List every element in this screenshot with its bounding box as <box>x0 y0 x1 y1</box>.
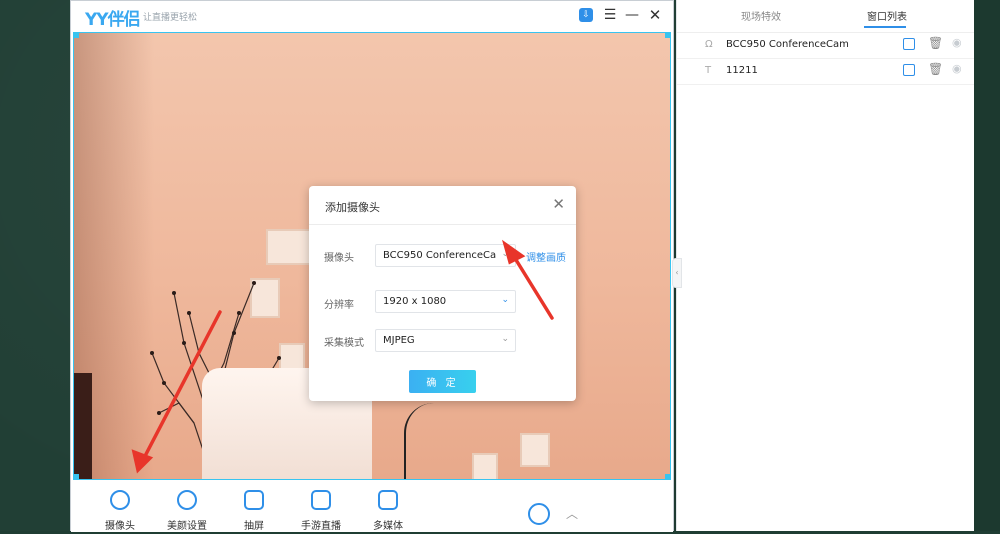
mobile-game-icon <box>311 490 331 510</box>
chevron-down-icon: ⌄ <box>501 334 509 344</box>
cable <box>404 403 496 479</box>
text-source-icon: T <box>705 65 712 76</box>
chevron-down-icon: ⌄ <box>501 249 509 259</box>
mode-value: MJPEG <box>383 335 415 346</box>
tool-label: 美颜设置 <box>167 521 207 532</box>
eye-icon[interactable]: ◉ <box>952 36 962 49</box>
preview-dark-object <box>74 373 92 479</box>
wall-frame <box>520 433 550 467</box>
mobile-game-tool[interactable]: 手游直播 <box>294 490 348 534</box>
camera-select[interactable]: BCC950 ConferenceCa ⌄ <box>375 244 516 267</box>
live-camera-icon[interactable] <box>528 503 550 525</box>
add-camera-dialog: 添加摄像头 ✕ 摄像头 BCC950 ConferenceCa ⌄ 调整画质 分… <box>309 186 576 401</box>
source-name: 11211 <box>726 65 758 76</box>
resolution-select[interactable]: 1920 x 1080 ⌄ <box>375 290 516 313</box>
close-window-button[interactable]: ✕ <box>646 6 664 24</box>
tab-window-list[interactable]: 窗口列表 <box>867 8 907 23</box>
bottom-toolbar: 摄像头 美颜设置 抽屏 手游直播 多媒体 <box>71 482 673 532</box>
chevron-down-icon: ⌄ <box>501 295 509 305</box>
download-icon[interactable]: ⇩ <box>579 8 593 22</box>
watermark-sub: jingyan.baidu.com <box>768 488 896 502</box>
menu-icon[interactable]: ☰ <box>601 6 619 24</box>
camera-source-icon: Ω <box>705 39 713 50</box>
trash-icon[interactable]: 🗑 <box>928 62 943 76</box>
wall-frame <box>266 229 314 265</box>
trash-icon[interactable]: 🗑 <box>928 36 943 50</box>
source-item[interactable]: Ω BCC950 ConferenceCam 🗑 ◉ <box>677 33 974 59</box>
edit-icon[interactable] <box>903 38 915 50</box>
mode-label: 采集模式 <box>324 338 364 349</box>
tab-live-effects[interactable]: 现场特效 <box>741 8 781 23</box>
close-icon[interactable]: ✕ <box>552 195 565 213</box>
baidu-watermark: Bai du 经验 jingyan.baidu.com <box>768 442 954 502</box>
app-tagline: 让直播更轻松 <box>143 13 198 23</box>
media-play-icon <box>378 490 398 510</box>
dialog-title: 添加摄像头 <box>325 201 380 214</box>
collapse-panel-handle[interactable]: ‹ <box>672 258 682 288</box>
camera-value: BCC950 ConferenceCa <box>383 250 497 261</box>
resize-handle[interactable] <box>74 33 79 38</box>
camera-label: 摄像头 <box>324 253 354 264</box>
camera-tool[interactable]: 摄像头 <box>93 490 147 534</box>
eye-icon[interactable]: ◉ <box>952 62 962 75</box>
mode-select[interactable]: MJPEG ⌄ <box>375 329 516 352</box>
title-bar: YY伴侣 让直播更轻松 ⇩ ☰ — ✕ <box>71 1 673 31</box>
tool-label: 手游直播 <box>301 521 341 532</box>
chevron-up-icon[interactable]: ︿ <box>566 505 578 522</box>
source-item[interactable]: T 11211 🗑 ◉ <box>677 59 974 85</box>
resize-handle[interactable] <box>665 33 670 38</box>
resolution-value: 1920 x 1080 <box>383 296 447 307</box>
edit-icon[interactable] <box>903 64 915 76</box>
minimize-button[interactable]: — <box>623 6 641 24</box>
beauty-face-icon <box>177 490 197 510</box>
confirm-button[interactable]: 确 定 <box>409 370 476 393</box>
tool-label: 多媒体 <box>373 521 403 532</box>
app-logo: YY伴侣 <box>85 10 141 30</box>
resize-handle[interactable] <box>665 474 670 479</box>
source-name: BCC950 ConferenceCam <box>726 39 849 50</box>
watermark-main: Bai du 经验 <box>768 450 955 485</box>
active-tab-indicator <box>864 26 906 28</box>
resize-handle[interactable] <box>74 474 79 479</box>
beauty-tool[interactable]: 美颜设置 <box>160 490 214 534</box>
tool-label: 抽屏 <box>244 521 264 532</box>
screen-capture-icon <box>244 490 264 510</box>
resolution-label: 分辨率 <box>324 300 354 311</box>
tool-label: 摄像头 <box>105 521 135 532</box>
desktop-edge <box>974 0 1000 531</box>
camera-ring-icon <box>110 490 130 510</box>
adjust-quality-link[interactable]: 调整画质 <box>526 249 566 264</box>
screen-capture-tool[interactable]: 抽屏 <box>227 490 281 534</box>
divider <box>309 224 576 225</box>
media-tool[interactable]: 多媒体 <box>361 490 415 534</box>
